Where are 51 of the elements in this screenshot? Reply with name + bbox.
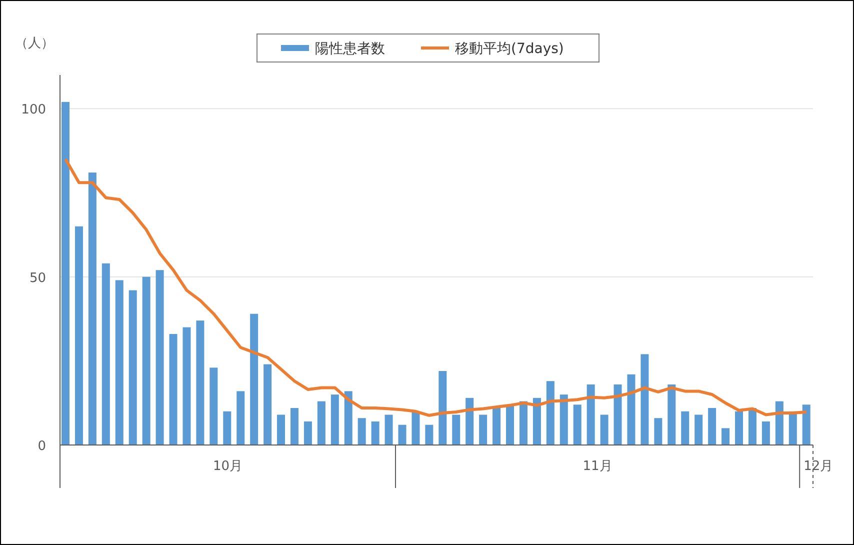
bar — [722, 428, 730, 445]
month-label: 11月 — [582, 459, 612, 474]
bar — [573, 404, 582, 445]
y-tick-label: 0 — [38, 439, 46, 454]
bar — [466, 398, 474, 445]
bar — [694, 414, 703, 445]
y-axis-unit: （人） — [15, 36, 54, 51]
bar — [654, 418, 662, 445]
bar — [802, 404, 810, 445]
bar — [425, 424, 434, 445]
bar — [600, 414, 608, 445]
bar — [479, 414, 488, 445]
bar — [748, 408, 756, 445]
bar — [371, 421, 380, 445]
y-tick-label: 50 — [29, 270, 46, 286]
bar — [519, 401, 528, 445]
bar — [358, 418, 366, 445]
bar — [614, 384, 622, 445]
bar — [452, 414, 460, 445]
legend-label: 陽性患者数 — [315, 41, 385, 57]
y-tick-label: 100 — [21, 102, 46, 118]
bar — [546, 381, 554, 445]
bar — [412, 411, 420, 445]
bar — [668, 384, 676, 445]
bar — [788, 411, 797, 445]
bar — [586, 384, 595, 445]
bar — [344, 391, 352, 445]
bar — [398, 424, 406, 445]
month-label: 12月 — [804, 459, 834, 474]
bar — [304, 421, 312, 445]
bar — [330, 394, 339, 445]
bar — [762, 421, 770, 445]
legend-label: 移動平均(7days) — [455, 41, 564, 57]
bar — [775, 401, 784, 445]
bar — [627, 374, 636, 445]
bar — [708, 408, 716, 445]
bar — [277, 414, 286, 445]
bar — [223, 411, 232, 445]
bar — [384, 414, 393, 445]
bar — [492, 408, 501, 445]
bar — [560, 394, 568, 445]
bar — [290, 408, 298, 445]
bar — [317, 401, 326, 445]
legend-bar-icon — [281, 45, 309, 51]
legend-line-icon — [421, 46, 449, 50]
bar — [506, 404, 514, 445]
bar — [532, 398, 541, 445]
bar — [735, 411, 743, 445]
bar — [236, 391, 245, 445]
month-label: 10月 — [212, 459, 243, 474]
bar — [681, 411, 690, 445]
